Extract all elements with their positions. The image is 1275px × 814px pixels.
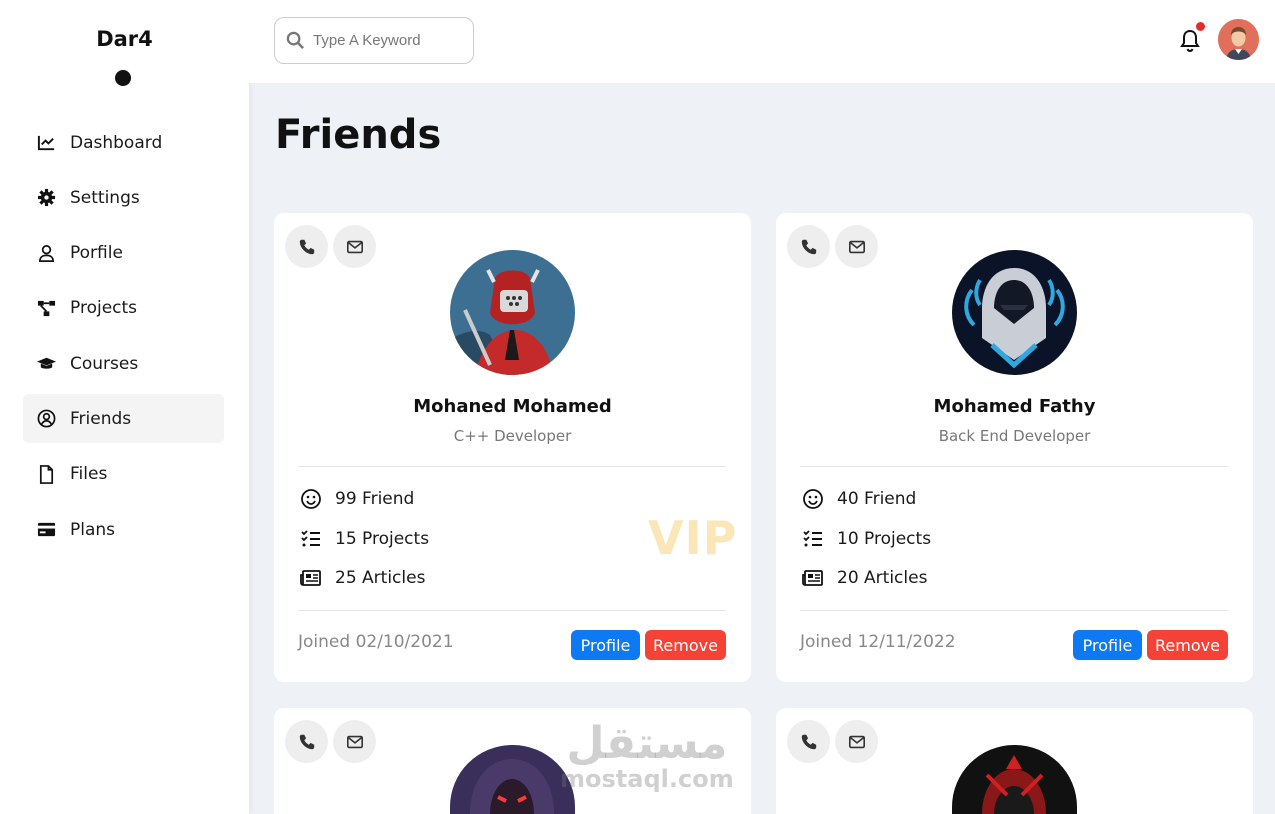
stat-friends: 99 Friend [300,488,414,510]
email-button[interactable] [333,225,376,268]
stat-projects: 10 Projects [802,528,931,550]
sidebar-item-projects[interactable]: Projects [23,284,224,333]
profile-button[interactable]: Profile [571,630,640,660]
envelope-icon [346,240,363,253]
phone-icon [299,239,314,254]
friend-avatar [952,745,1077,814]
user-avatar[interactable] [1218,19,1259,60]
sidebar-item-label: Settings [70,187,140,208]
sidebar-item-label: Plans [70,519,116,540]
joined-date: Joined 02/10/2021 [298,632,454,652]
friend-card: Mohaned Mohamed C++ Developer 99 Friend … [274,213,751,682]
envelope-icon [346,735,363,748]
divider [298,466,726,467]
file-icon [36,464,56,484]
sidebar-item-dashboard[interactable]: Dashboard [23,118,224,167]
stat-friends: 40 Friend [802,488,916,510]
card-actions [285,225,376,268]
sidebar-item-files[interactable]: Files [23,450,224,499]
vip-badge: VIP [648,511,738,565]
sidebar-item-label: Projects [70,298,138,319]
user-circle-icon [36,409,56,429]
envelope-icon [848,735,865,748]
credit-card-icon [36,520,56,540]
sidebar-item-label: Dashboard [70,132,163,153]
newspaper-icon [300,570,321,586]
notification-dot [1194,20,1207,33]
email-button[interactable] [835,225,878,268]
card-actions [787,225,878,268]
email-button[interactable] [333,720,376,763]
phone-icon [801,734,816,749]
friend-name: Mohaned Mohamed [413,396,612,417]
card-actions [787,720,878,763]
brand-dot [115,70,131,86]
friend-avatar [450,250,575,375]
top-header [249,0,1275,83]
sidebar-item-label: Files [70,464,108,485]
watermark-latin: mostaql.com [560,765,734,793]
friend-role: Back End Developer [938,427,1091,445]
card-actions [285,720,376,763]
smile-icon [803,489,823,509]
friend-name: Mohamed Fathy [933,396,1096,417]
envelope-icon [848,240,865,253]
search-box[interactable] [274,17,474,64]
friend-role: C++ Developer [453,427,572,445]
remove-button[interactable]: Remove [1147,630,1228,660]
sidebar-item-settings[interactable]: Settings [23,173,224,222]
sidebar-item-label: Friends [70,408,132,429]
email-button[interactable] [835,720,878,763]
list-check-icon [301,530,320,547]
watermark-arabic: مستقل [566,718,728,769]
phone-icon [299,734,314,749]
friend-card: Mohamed Fathy Back End Developer 40 Frie… [776,213,1253,682]
divider [800,466,1228,467]
friend-avatar [450,745,575,814]
page-title: Friends [275,112,442,158]
smile-icon [301,489,321,509]
profile-button[interactable]: Profile [1073,630,1142,660]
stat-label: 20 Articles [837,568,928,588]
phone-icon [801,239,816,254]
divider [298,610,726,611]
friend-card [776,708,1253,814]
search-input[interactable] [313,32,463,49]
sidebar-item-plans[interactable]: Plans [23,505,224,554]
stat-projects: 15 Projects [300,528,429,550]
stat-articles: 25 Articles [300,567,425,589]
phone-button[interactable] [787,225,830,268]
stat-label: 15 Projects [335,529,430,549]
search-icon [286,31,304,49]
joined-date: Joined 12/11/2022 [800,632,956,652]
stat-label: 99 Friend [335,489,415,509]
phone-button[interactable] [285,720,328,763]
watermark: مستقل mostaql.com [560,718,734,793]
friend-avatar [952,250,1077,375]
divider [800,610,1228,611]
list-check-icon [803,530,822,547]
stat-label: 10 Projects [837,529,932,549]
chart-line-icon [36,133,56,153]
phone-button[interactable] [285,225,328,268]
sidebar-nav: Dashboard Settings Porfile Projects Cour… [23,118,224,560]
stat-label: 25 Articles [335,568,426,588]
graduation-cap-icon [36,354,56,374]
user-icon [36,243,56,263]
sidebar-item-label: Courses [70,353,139,374]
sidebar: Dar4 Dashboard Settings Porfile Projects [0,0,249,814]
gear-icon [36,188,56,208]
sidebar-item-friends[interactable]: Friends [23,394,224,444]
sidebar-item-profile[interactable]: Porfile [23,229,224,278]
remove-button[interactable]: Remove [645,630,726,660]
sidebar-item-label: Porfile [70,243,123,264]
brand-logo[interactable]: Dar4 [0,27,249,51]
stat-label: 40 Friend [837,489,917,509]
diagram-project-icon [36,298,56,318]
stat-articles: 20 Articles [802,567,927,589]
phone-button[interactable] [787,720,830,763]
sidebar-item-courses[interactable]: Courses [23,339,224,388]
newspaper-icon [802,570,823,586]
